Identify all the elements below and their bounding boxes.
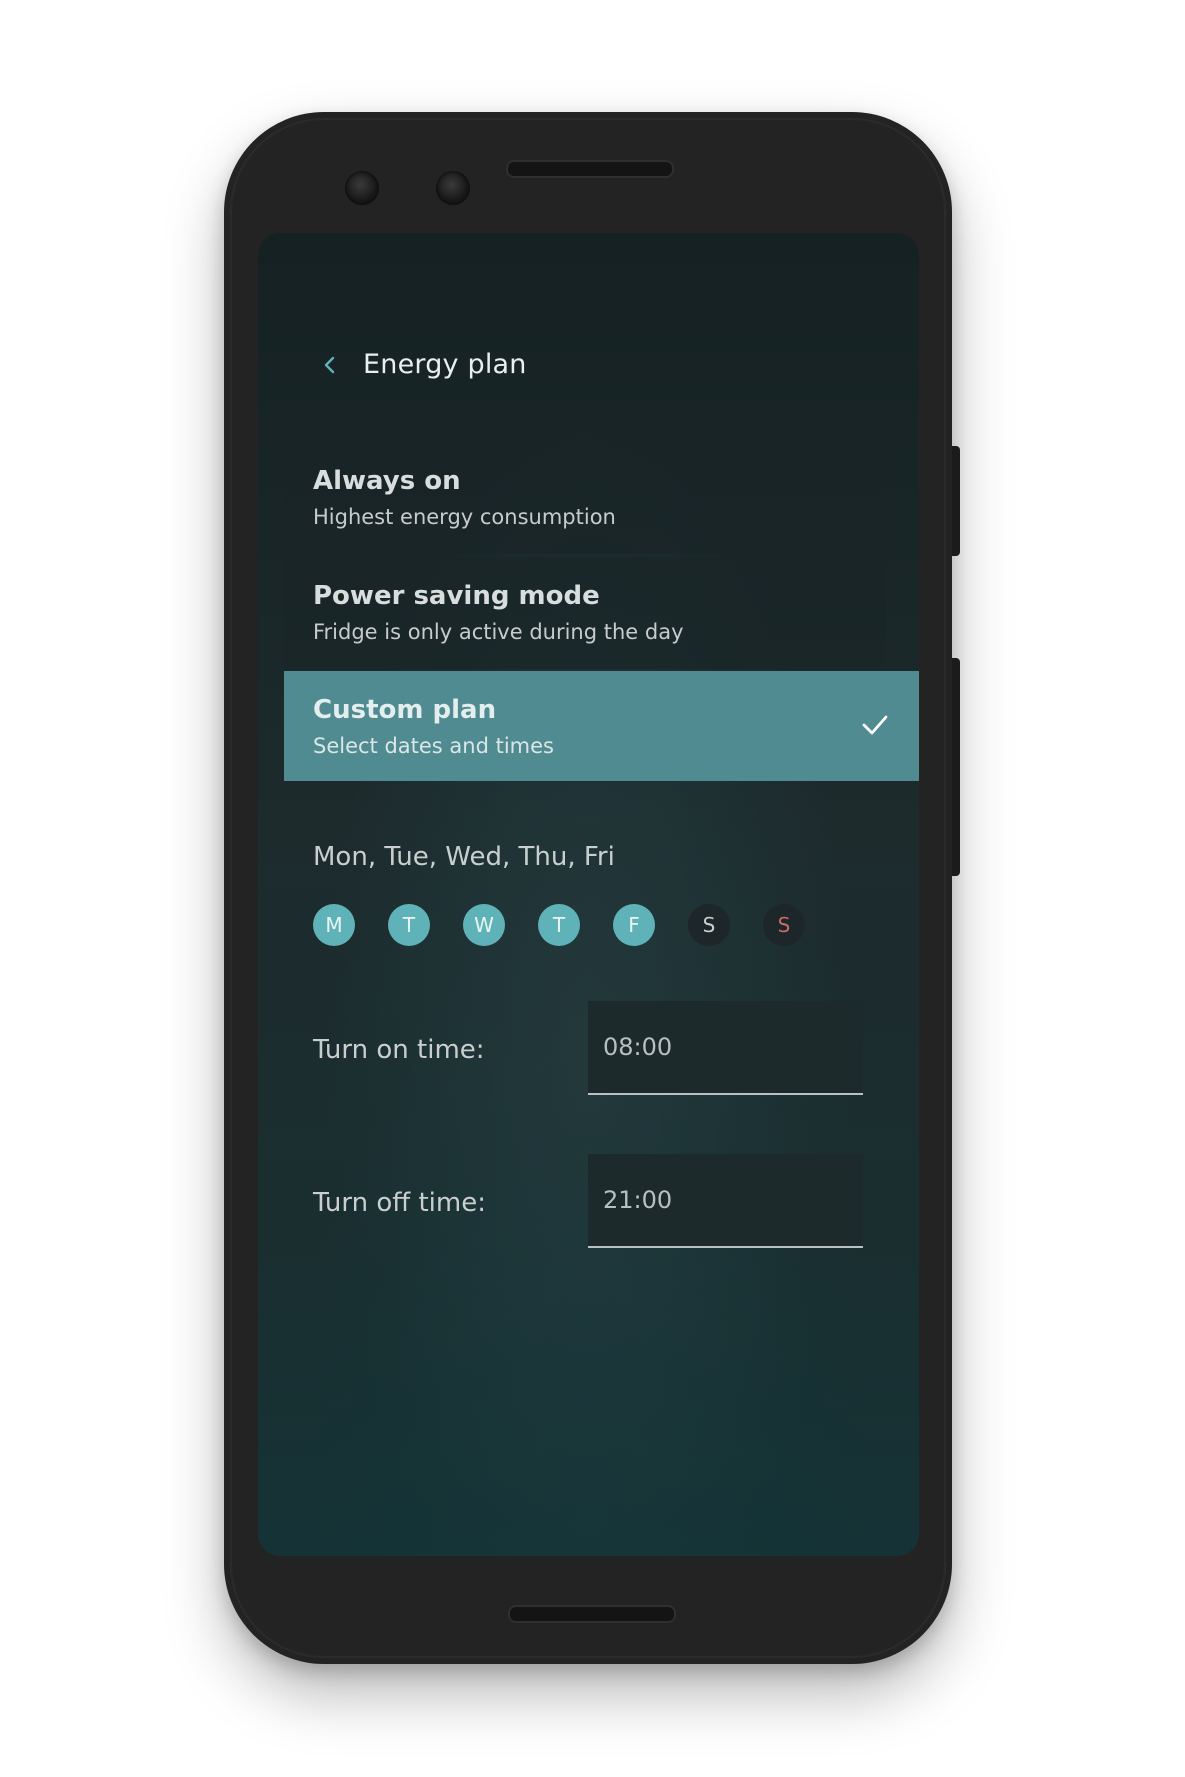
power-button <box>952 446 960 556</box>
check-icon <box>862 715 888 735</box>
day-toggle-tuesday[interactable]: T <box>388 904 430 946</box>
turn-off-time-row: Turn off time: <box>313 1154 863 1250</box>
selected-days-summary: Mon, Tue, Wed, Thu, Fri <box>313 842 615 872</box>
day-toggle-friday[interactable]: F <box>613 904 655 946</box>
bottom-speaker <box>508 1605 676 1623</box>
chevron-left-icon[interactable] <box>320 355 340 375</box>
option-subtitle: Select dates and times <box>313 734 554 758</box>
option-title: Power saving mode <box>313 581 600 611</box>
stage: Energy plan Always on Highest energy con… <box>0 0 1185 1777</box>
day-selector: M T W T F S S <box>313 904 873 948</box>
day-toggle-monday[interactable]: M <box>313 904 355 946</box>
option-always-on[interactable]: Always on Highest energy consumption <box>284 442 886 554</box>
option-subtitle: Highest energy consumption <box>313 505 616 529</box>
turn-on-time-label: Turn on time: <box>313 1035 485 1065</box>
app-header: Energy plan <box>258 345 919 385</box>
turn-on-time-input[interactable] <box>588 1001 863 1095</box>
day-toggle-sunday[interactable]: S <box>763 904 805 946</box>
turn-on-time-row: Turn on time: <box>313 1001 863 1097</box>
volume-button <box>952 658 960 876</box>
app-screen: Energy plan Always on Highest energy con… <box>258 233 919 1556</box>
turn-off-time-label: Turn off time: <box>313 1188 486 1218</box>
option-power-saving[interactable]: Power saving mode Fridge is only active … <box>284 557 886 669</box>
option-title: Always on <box>313 466 461 496</box>
front-camera-icon <box>345 171 379 205</box>
day-toggle-saturday[interactable]: S <box>688 904 730 946</box>
option-subtitle: Fridge is only active during the day <box>313 620 684 644</box>
turn-off-time-input[interactable] <box>588 1154 863 1248</box>
front-sensor-icon <box>436 171 470 205</box>
option-custom-plan[interactable]: Custom plan Select dates and times <box>284 671 919 781</box>
option-title: Custom plan <box>313 695 497 725</box>
day-toggle-wednesday[interactable]: W <box>463 904 505 946</box>
page-title: Energy plan <box>363 349 527 380</box>
earpiece-speaker <box>506 160 674 178</box>
day-toggle-thursday[interactable]: T <box>538 904 580 946</box>
